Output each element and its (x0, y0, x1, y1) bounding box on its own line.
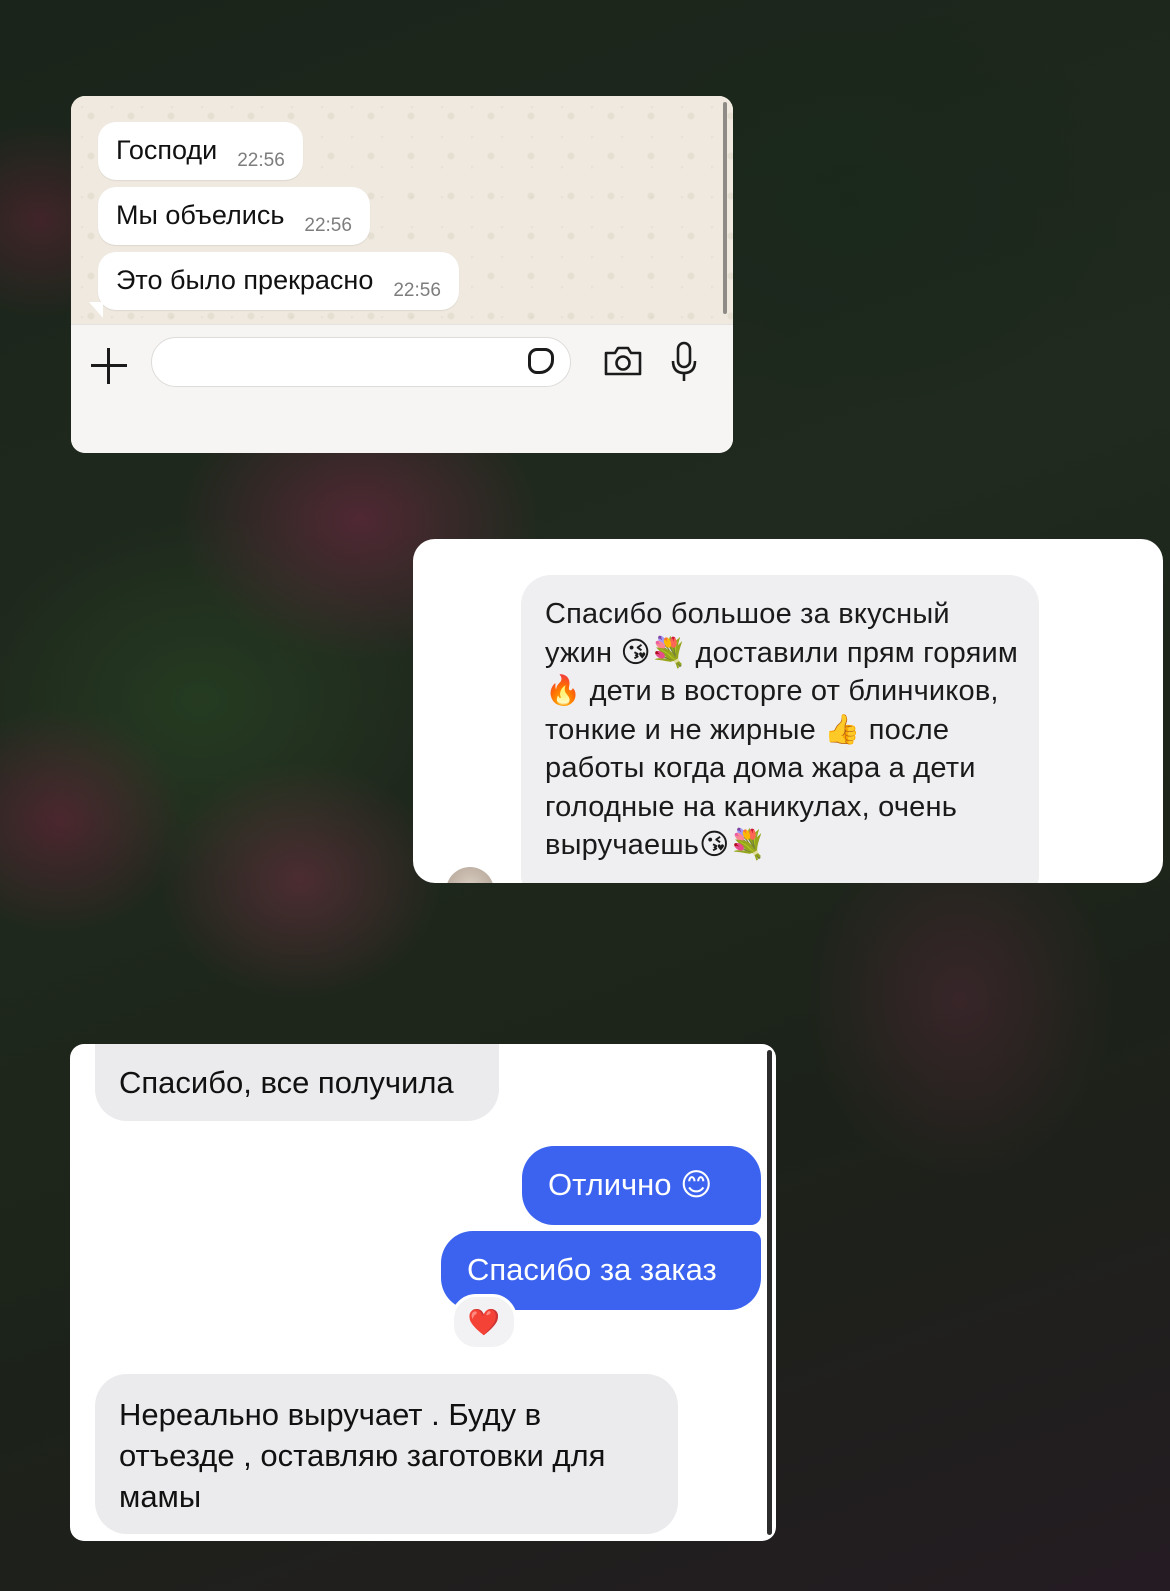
message-text: Спасибо большое за вкусный ужин 😘💐 доста… (545, 598, 1019, 861)
message-text: Отлично 😊 (548, 1167, 713, 1202)
message-time: 22:56 (393, 280, 441, 301)
instagram-chat-screenshot: Спасибо большое за вкусный ужин 😘💐 доста… (413, 539, 1163, 883)
vk-chat-screenshot: Спасибо, все получила Отлично 😊 Спасибо … (70, 1044, 776, 1541)
sticker-icon[interactable] (528, 348, 554, 374)
incoming-message: Нереально выручает . Буду в отъезде , ос… (95, 1374, 678, 1534)
message-text: Спасибо, все получила (119, 1065, 454, 1100)
plus-icon[interactable] (91, 348, 127, 384)
message-bubble: Спасибо большое за вкусный ужин 😘💐 доста… (521, 575, 1039, 883)
outgoing-message: Отлично 😊 (522, 1146, 761, 1225)
heart-reaction[interactable]: ❤️ (451, 1294, 517, 1350)
scrollbar[interactable] (723, 102, 727, 314)
message-bubble: Господи 22:56 (98, 122, 303, 180)
message-text: Это было прекрасно (116, 265, 374, 295)
scrollbar[interactable] (767, 1050, 772, 1535)
microphone-icon[interactable] (669, 341, 699, 383)
message-bubble: Мы объелись 22:56 (98, 187, 370, 245)
message-time: 22:56 (237, 150, 285, 171)
whatsapp-chat-screenshot: Господи 22:56 Мы объелись 22:56 Это было… (71, 96, 733, 453)
message-text: Господи (116, 135, 218, 165)
camera-icon[interactable] (603, 345, 643, 377)
bubble-tail (89, 302, 103, 318)
message-text: Нереально выручает . Буду в отъезде , ос… (119, 1397, 606, 1514)
message-text: Спасибо за заказ (467, 1252, 717, 1287)
message-bubble: Это было прекрасно 22:56 (98, 252, 459, 310)
message-text: Мы объелись (116, 200, 285, 230)
cropped-timestamp (753, 539, 813, 541)
message-time: 22:56 (304, 215, 352, 236)
composer-bar (71, 324, 733, 453)
avatar[interactable] (446, 867, 494, 883)
message-input[interactable] (151, 337, 571, 387)
incoming-message: Спасибо, все получила (95, 1044, 499, 1121)
